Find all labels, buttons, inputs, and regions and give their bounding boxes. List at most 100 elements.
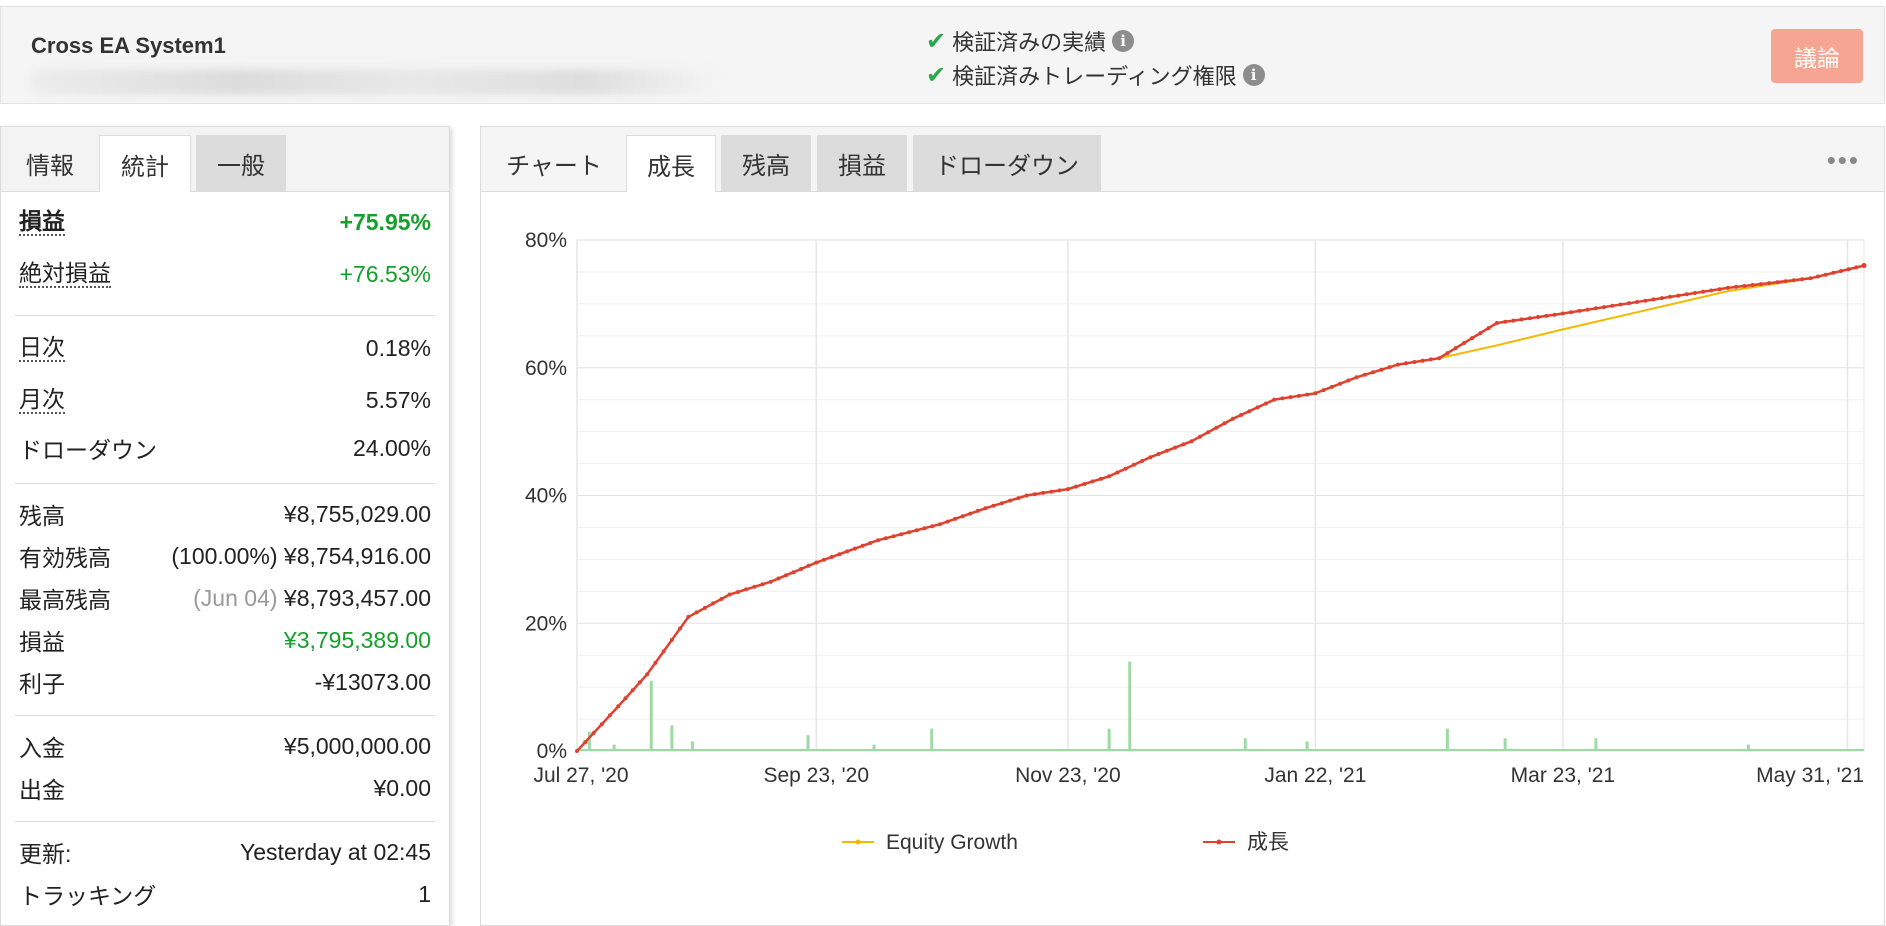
legend-item-growth[interactable]: 成長 [1203, 831, 1289, 854]
stat-value: ¥0.00 [373, 774, 431, 801]
growth-point [837, 552, 842, 557]
tab-general[interactable]: 一般 [196, 135, 286, 191]
growth-point [1049, 489, 1054, 494]
verified-track-record: ✔ 検証済みの実績 i [926, 25, 1135, 57]
growth-point [1057, 488, 1062, 493]
volume-bar [1305, 741, 1309, 751]
growth-point [1503, 319, 1508, 324]
growth-point [1280, 396, 1285, 401]
growth-point [768, 579, 773, 584]
info-icon[interactable]: i [1242, 64, 1265, 86]
volume-bar [1503, 738, 1507, 751]
growth-point [1626, 301, 1631, 306]
growth-point [1437, 356, 1442, 361]
y-tick-label: 40% [525, 485, 567, 508]
growth-point [744, 587, 749, 592]
growth-point [1173, 445, 1178, 450]
tab-info[interactable]: 情報 [9, 135, 91, 191]
stat-label[interactable]: 損益 [19, 208, 65, 236]
info-icon[interactable]: i [1112, 30, 1135, 52]
stat-value: ¥5,000,000.00 [283, 732, 431, 759]
growth-point [784, 573, 788, 578]
equity-percent: (100.00%) [171, 542, 278, 569]
growth-point [653, 660, 658, 665]
growth-point [1775, 280, 1780, 285]
growth-point [1742, 284, 1747, 288]
growth-point [1569, 310, 1574, 315]
volume-bar [612, 744, 616, 751]
y-tick-label: 80% [525, 229, 567, 252]
tab-statistics[interactable]: 統計 [99, 135, 191, 192]
stat-balance: 残高 ¥8,755,029.00 [19, 497, 431, 531]
stat-value-group: (100.00%) ¥8,754,916.00 [171, 543, 431, 570]
stat-label: 出金 [19, 777, 65, 803]
y-tick-label: 0% [537, 740, 567, 763]
growth-point [1395, 362, 1400, 367]
check-icon: ✔ [926, 27, 947, 55]
y-tick-label: 20% [525, 612, 567, 635]
growth-point [1659, 296, 1664, 301]
legend-item-equity-growth[interactable]: Equity Growth [842, 831, 1018, 854]
volume-bar [1747, 744, 1750, 751]
growth-point [1494, 321, 1499, 325]
stat-label[interactable]: 月次 [19, 386, 65, 414]
growth-point [616, 704, 621, 709]
growth-point [960, 514, 965, 519]
growth-point [1296, 393, 1301, 398]
volume-bar [872, 744, 876, 751]
growth-point [852, 546, 857, 551]
growth-point [711, 601, 716, 606]
discuss-button[interactable]: 議論 [1771, 29, 1863, 83]
growth-point [1065, 487, 1070, 492]
growth-point [1577, 308, 1582, 313]
stat-highest: 最高残高 (Jun 04) ¥8,793,457.00 [19, 581, 431, 615]
growth-point [591, 731, 596, 736]
x-tick-label: May 31, '21 [1756, 764, 1864, 787]
growth-point [1519, 317, 1524, 322]
growth-point [1362, 372, 1367, 377]
growth-point [1387, 365, 1392, 370]
volume-bar [649, 680, 653, 751]
growth-point [1461, 341, 1466, 346]
growth-point [719, 597, 724, 601]
stat-value: ¥8,754,916.00 [283, 542, 431, 569]
stat-interest: 利子 -¥13073.00 [19, 665, 431, 699]
system-name[interactable]: Cross EA System1 [31, 33, 226, 59]
growth-point [1346, 378, 1351, 383]
y-tick-label: 60% [525, 357, 567, 380]
growth-point [1791, 278, 1796, 283]
growth-point [1846, 267, 1851, 272]
stat-label[interactable]: 絶対損益 [19, 260, 111, 288]
growth-point [876, 538, 881, 543]
growth-point [814, 560, 819, 565]
growth-point [661, 649, 666, 654]
stat-daily: 日次 0.18% [19, 331, 431, 365]
stat-label: ドローダウン [19, 437, 157, 463]
growth-point [1123, 466, 1128, 471]
growth-point [1767, 281, 1772, 286]
legend-marker [855, 839, 861, 845]
growth-point [891, 534, 896, 539]
volume-bar [930, 728, 934, 751]
growth-point [1420, 358, 1425, 363]
growth-point [1354, 375, 1359, 380]
growth-point [1428, 357, 1433, 362]
check-icon: ✔ [926, 61, 947, 89]
stat-value: +75.95% [339, 208, 431, 235]
growth-point [1560, 311, 1565, 316]
verified-trading-privileges-label: 検証済みトレーディング権限 [952, 64, 1237, 89]
growth-point [1140, 459, 1145, 463]
growth-point [1692, 291, 1697, 295]
growth-point [1181, 442, 1186, 447]
stat-label[interactable]: 日次 [19, 334, 65, 362]
growth-point [883, 536, 888, 541]
growth-point [1816, 274, 1820, 279]
growth-point [1272, 397, 1277, 402]
divider [15, 315, 435, 316]
stat-value: ¥8,755,029.00 [283, 500, 431, 527]
growth-point [1808, 276, 1813, 281]
growth-point [1758, 282, 1763, 287]
stat-updated: 更新: Yesterday at 02:45 [19, 835, 431, 869]
stat-label: 入金 [19, 735, 65, 761]
growth-point [1098, 476, 1103, 481]
